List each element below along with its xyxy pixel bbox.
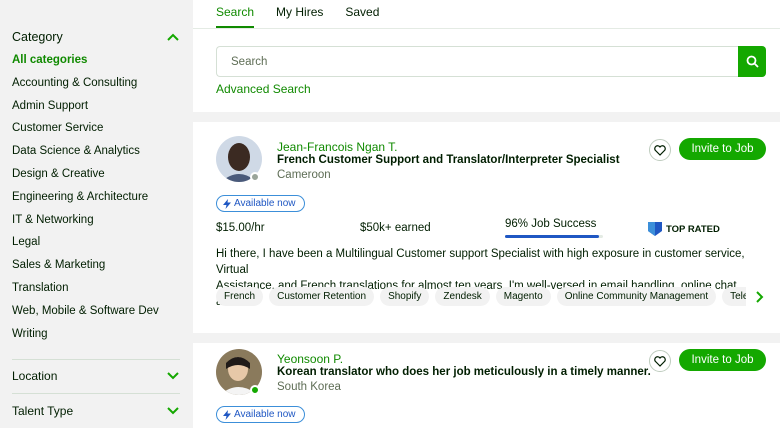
save-freelancer-button[interactable] bbox=[649, 139, 671, 161]
freelancer-location: South Korea bbox=[277, 381, 341, 393]
tab-saved[interactable]: Saved bbox=[345, 0, 379, 28]
freelancer-title: Korean translator who does her job metic… bbox=[277, 366, 651, 378]
category-item-customer-service[interactable]: Customer Service bbox=[12, 120, 182, 143]
chevron-down-icon bbox=[167, 407, 179, 415]
top-rated-badge: TOP RATED bbox=[648, 222, 720, 236]
section-separator bbox=[193, 333, 780, 343]
top-rated-icon bbox=[648, 222, 662, 236]
job-success-score: 96% Job Success bbox=[505, 218, 597, 230]
category-item-design[interactable]: Design & Creative bbox=[12, 166, 182, 189]
search-bar bbox=[216, 46, 766, 77]
description-line: Hi there, I have been a Multilingual Cus… bbox=[216, 248, 745, 276]
category-item-translation[interactable]: Translation bbox=[12, 280, 182, 303]
freelancer-title: French Customer Support and Translator/I… bbox=[277, 154, 620, 166]
category-item-it-networking[interactable]: IT & Networking bbox=[12, 212, 182, 235]
talent-type-filter-title: Talent Type bbox=[12, 404, 74, 418]
freelancer-card[interactable]: Yeonsoon P. Korean translator who does h… bbox=[193, 343, 780, 428]
freelancer-name[interactable]: Yeonsoon P. bbox=[277, 352, 343, 366]
tab-search[interactable]: Search bbox=[216, 0, 255, 28]
category-item-web-mobile-dev[interactable]: Web, Mobile & Software Dev bbox=[12, 303, 182, 326]
skill-tag[interactable]: French bbox=[216, 287, 264, 306]
sidebar-divider bbox=[12, 393, 180, 394]
availability-badge: Available now bbox=[216, 195, 305, 212]
talent-search-main: Search My Hires Saved Advanced Search Je… bbox=[193, 0, 780, 428]
skills-scroll-right-button[interactable] bbox=[752, 287, 766, 307]
invite-to-job-button[interactable]: Invite to Job bbox=[679, 349, 766, 371]
search-tabs: Search My Hires Saved bbox=[216, 0, 401, 28]
hourly-rate: $15.00/hr bbox=[216, 222, 265, 234]
tabs-divider bbox=[193, 28, 780, 29]
tab-my-hires[interactable]: My Hires bbox=[276, 0, 323, 28]
save-freelancer-button[interactable] bbox=[649, 350, 671, 372]
location-filter-title: Location bbox=[12, 369, 58, 383]
search-icon bbox=[746, 55, 759, 68]
top-rated-label: TOP RATED bbox=[666, 223, 720, 235]
search-button[interactable] bbox=[738, 46, 766, 77]
skill-tag[interactable]: Online Community Management bbox=[556, 287, 717, 306]
filter-sidebar: Category All categories Accounting & Con… bbox=[0, 0, 193, 428]
skill-tag[interactable]: Zendesk bbox=[435, 287, 490, 306]
job-success-bar-fill bbox=[505, 235, 600, 238]
category-filter-title: Category bbox=[12, 30, 63, 44]
freelancer-name[interactable]: Jean-Francois Ngan T. bbox=[277, 140, 398, 154]
category-item-all[interactable]: All categories bbox=[12, 52, 182, 75]
freelancer-card[interactable]: Jean-Francois Ngan T. French Customer Su… bbox=[193, 122, 780, 333]
invite-to-job-button[interactable]: Invite to Job bbox=[679, 138, 766, 160]
category-item-sales-marketing[interactable]: Sales & Marketing bbox=[12, 257, 182, 280]
availability-badge: Available now bbox=[216, 406, 305, 423]
category-item-data-science[interactable]: Data Science & Analytics bbox=[12, 143, 182, 166]
category-list: All categories Accounting & Consulting A… bbox=[12, 52, 182, 348]
lightning-icon bbox=[223, 198, 231, 209]
lightning-icon bbox=[223, 409, 231, 420]
online-status-dot bbox=[250, 385, 260, 395]
heart-icon bbox=[654, 144, 666, 156]
category-item-legal[interactable]: Legal bbox=[12, 234, 182, 257]
advanced-search-link[interactable]: Advanced Search bbox=[216, 82, 311, 96]
category-item-admin-support[interactable]: Admin Support bbox=[12, 98, 182, 121]
skills-list: French Customer Retention Shopify Zendes… bbox=[216, 287, 746, 307]
total-earned: $50k+ earned bbox=[360, 222, 431, 234]
skill-tag[interactable]: Customer Retention bbox=[269, 287, 375, 306]
category-item-writing[interactable]: Writing bbox=[12, 326, 182, 349]
availability-text: Available now bbox=[234, 409, 296, 420]
freelancer-location: Cameroon bbox=[277, 169, 331, 181]
location-filter-header[interactable]: Location bbox=[12, 367, 180, 385]
category-item-engineering[interactable]: Engineering & Architecture bbox=[12, 189, 182, 212]
sidebar-divider bbox=[12, 359, 180, 360]
category-item-accounting[interactable]: Accounting & Consulting bbox=[12, 75, 182, 98]
chevron-up-icon bbox=[167, 33, 179, 41]
skill-tag[interactable]: Telephone bbox=[722, 287, 746, 306]
heart-icon bbox=[654, 355, 666, 367]
section-separator bbox=[193, 112, 780, 122]
availability-text: Available now bbox=[234, 198, 296, 209]
chevron-down-icon bbox=[167, 372, 179, 380]
online-status-dot bbox=[250, 172, 260, 182]
skill-tag[interactable]: Shopify bbox=[380, 287, 430, 306]
skill-tag[interactable]: Magento bbox=[495, 287, 551, 306]
search-input[interactable] bbox=[216, 46, 738, 77]
talent-type-filter-header[interactable]: Talent Type bbox=[12, 402, 180, 420]
chevron-right-icon bbox=[756, 291, 764, 303]
category-filter-header[interactable]: Category bbox=[12, 28, 180, 46]
job-success-bar bbox=[505, 235, 603, 238]
